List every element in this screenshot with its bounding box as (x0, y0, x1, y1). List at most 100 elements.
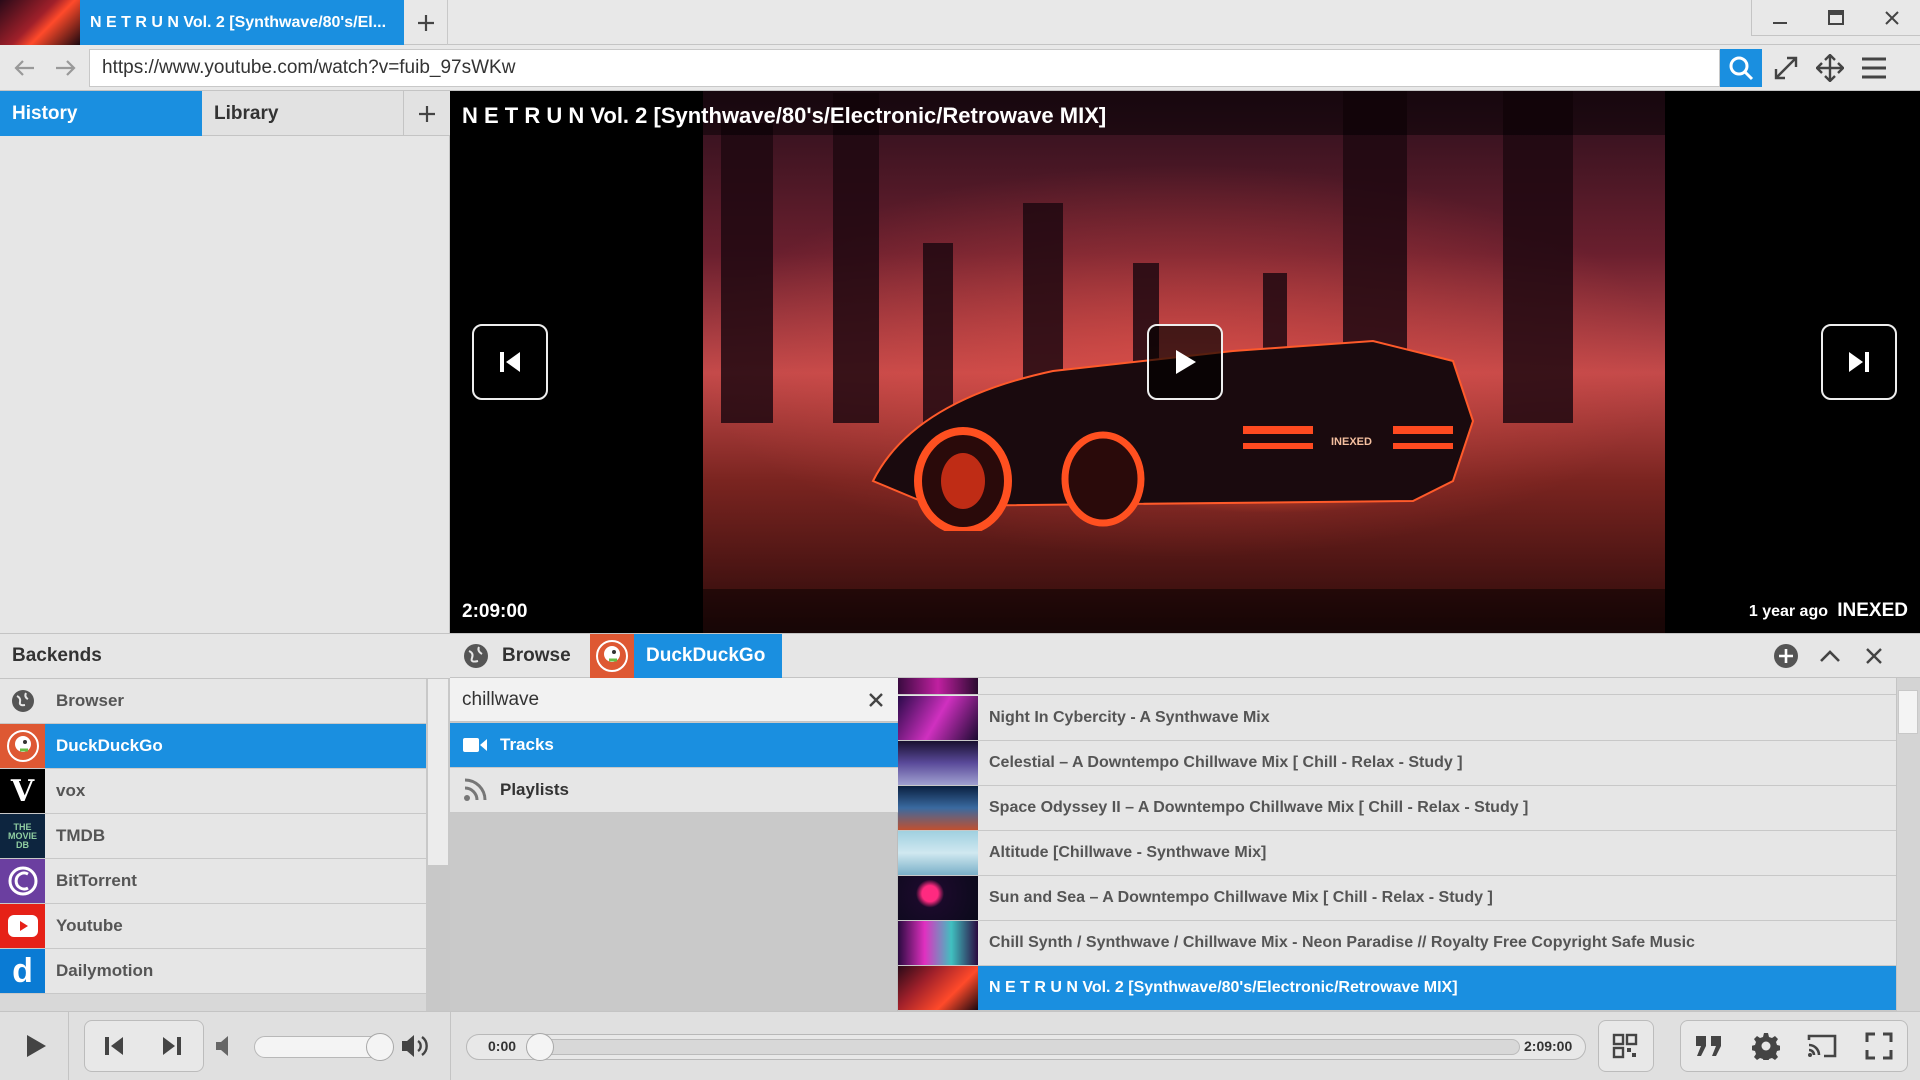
play-icon (1172, 348, 1198, 376)
result-thumbnail (898, 876, 978, 920)
filter-label: Playlists (500, 780, 569, 799)
browser-tab-active[interactable]: N E T R U N Vol. 2 [Synthwave/80's/El... (0, 0, 404, 45)
browse-label: Browse (502, 645, 571, 666)
list-item[interactable]: Space Odyssey II – A Downtempo Chillwave… (898, 786, 1896, 831)
search-button[interactable] (1720, 49, 1762, 87)
backend-label: vox (56, 781, 86, 800)
next-track-button[interactable] (143, 1021, 201, 1071)
list-item[interactable]: Chill Synth / Synthwave / Chillwave Mix … (898, 921, 1896, 966)
results-list: Night In Cybercity - A Synthwave Mix Cel… (898, 678, 1896, 1011)
current-time: 0:00 (488, 1038, 517, 1054)
tab-history[interactable]: History (0, 91, 202, 136)
quote-icon (1694, 1034, 1724, 1058)
tab-browse[interactable]: Browse (450, 634, 590, 678)
result-title: Altitude [Chillwave - Synthwave Mix] (989, 844, 1267, 861)
qr-code-icon (1599, 1021, 1651, 1071)
previous-track-button[interactable] (85, 1021, 143, 1071)
minimize-button[interactable] (1752, 0, 1808, 36)
dailymotion-icon: d (0, 949, 45, 993)
search-input[interactable] (450, 678, 898, 722)
fullscreen-button[interactable] (1851, 1021, 1908, 1071)
backend-label: Browser (56, 691, 125, 710)
history-library-panel: History Library (0, 91, 450, 633)
close-icon (868, 692, 884, 708)
seek-slider[interactable] (540, 1039, 1520, 1055)
video-previous-button[interactable] (472, 324, 548, 400)
quote-button[interactable] (1681, 1021, 1738, 1071)
youtube-icon (0, 904, 45, 948)
cast-button[interactable] (1794, 1021, 1851, 1071)
backend-item-dailymotion[interactable]: d Dailymotion (0, 949, 426, 994)
forward-button[interactable] (44, 45, 88, 91)
tab-duckduckgo[interactable]: DuckDuckGo (590, 634, 782, 678)
close-button[interactable] (1864, 0, 1920, 36)
backend-item-tmdb[interactable]: THE MOVIE DB TMDB (0, 814, 426, 859)
backend-label: Youtube (56, 916, 123, 935)
video-next-button[interactable] (1821, 324, 1897, 400)
results-scroll-thumb[interactable] (1898, 690, 1918, 734)
maximize-button[interactable] (1808, 0, 1864, 36)
close-icon (1865, 647, 1883, 665)
backend-item-duckduckgo[interactable]: DuckDuckGo (0, 724, 426, 769)
duckduckgo-icon (0, 724, 45, 768)
list-item[interactable] (898, 678, 1896, 695)
play-button[interactable] (10, 1020, 62, 1072)
add-source-button[interactable] (1764, 634, 1808, 678)
new-tab-button[interactable] (404, 0, 448, 45)
move-icon (1816, 54, 1844, 82)
add-panel-button[interactable] (404, 91, 450, 136)
list-item[interactable]: Altitude [Chillwave - Synthwave Mix] (898, 831, 1896, 876)
url-input[interactable] (89, 49, 1720, 87)
tab-title: N E T R U N Vol. 2 [Synthwave/80's/El... (90, 13, 387, 31)
browse-tab-bar: Browse DuckDuckGo (450, 633, 1920, 678)
result-thumbnail (898, 678, 978, 694)
back-button[interactable] (2, 45, 46, 91)
video-camera-icon (450, 736, 500, 754)
clear-search-button[interactable] (854, 678, 898, 722)
play-icon (24, 1033, 48, 1059)
menu-button[interactable] (1852, 49, 1896, 87)
skip-previous-icon (497, 349, 523, 375)
volume-handle[interactable] (366, 1033, 394, 1061)
close-browse-button[interactable] (1852, 634, 1896, 678)
video-title: N E T R U N Vol. 2 [Synthwave/80's/Elect… (462, 103, 1107, 128)
seek-handle[interactable] (526, 1033, 554, 1061)
list-item[interactable]: Celestial – A Downtempo Chillwave Mix [ … (898, 741, 1896, 786)
result-title: Chill Synth / Synthwave / Chillwave Mix … (989, 934, 1695, 951)
backend-list: Browser DuckDuckGo V vox THE MOVIE DB TMDB… (0, 679, 426, 994)
backend-item-bittorrent[interactable]: BitTorrent (0, 859, 426, 904)
back-arrow-icon (12, 58, 36, 78)
result-title: Night In Cybercity - A Synthwave Mix (989, 709, 1270, 726)
result-thumbnail (898, 741, 978, 785)
filter-playlists[interactable]: Playlists (450, 768, 898, 813)
license-plate: INEXED (1331, 436, 1372, 448)
video-play-button[interactable] (1147, 324, 1223, 400)
settings-button[interactable] (1738, 1021, 1795, 1071)
title-bar: N E T R U N Vol. 2 [Synthwave/80's/El... (0, 0, 1920, 45)
skip-previous-icon (103, 1035, 125, 1057)
video-channel[interactable]: INEXED (1837, 600, 1908, 622)
video-player[interactable]: INEXED N E T R U N Vol. 2 [Synthwave/80'… (450, 91, 1920, 633)
search-icon (1728, 55, 1754, 81)
expand-button[interactable] (1764, 49, 1808, 87)
filter-tracks[interactable]: Tracks (450, 723, 898, 768)
collapse-button[interactable] (1808, 634, 1852, 678)
globe-icon (0, 679, 45, 723)
backend-label: DuckDuckGo (56, 736, 163, 755)
rss-feed-icon (450, 778, 500, 802)
video-age: 1 year ago (1748, 603, 1828, 620)
backend-item-vox[interactable]: V vox (0, 769, 426, 814)
list-item[interactable]: N E T R U N Vol. 2 [Synthwave/80's/Elect… (898, 966, 1896, 1011)
qr-button[interactable] (1598, 1020, 1654, 1072)
plus-icon (416, 13, 436, 33)
move-button[interactable] (1808, 49, 1852, 87)
backends-panel: Backends Browser DuckDuckGo V vox THE MOV… (0, 633, 450, 1012)
backends-scroll-thumb[interactable] (428, 679, 448, 865)
list-item[interactable]: Sun and Sea – A Downtempo Chillwave Mix … (898, 876, 1896, 921)
backend-label: BitTorrent (56, 871, 137, 890)
backend-item-browser[interactable]: Browser (0, 679, 426, 724)
backend-item-youtube[interactable]: Youtube (0, 904, 426, 949)
track-nav-group (84, 1020, 204, 1072)
tab-library[interactable]: Library (202, 91, 404, 136)
list-item[interactable]: Night In Cybercity - A Synthwave Mix (898, 696, 1896, 741)
